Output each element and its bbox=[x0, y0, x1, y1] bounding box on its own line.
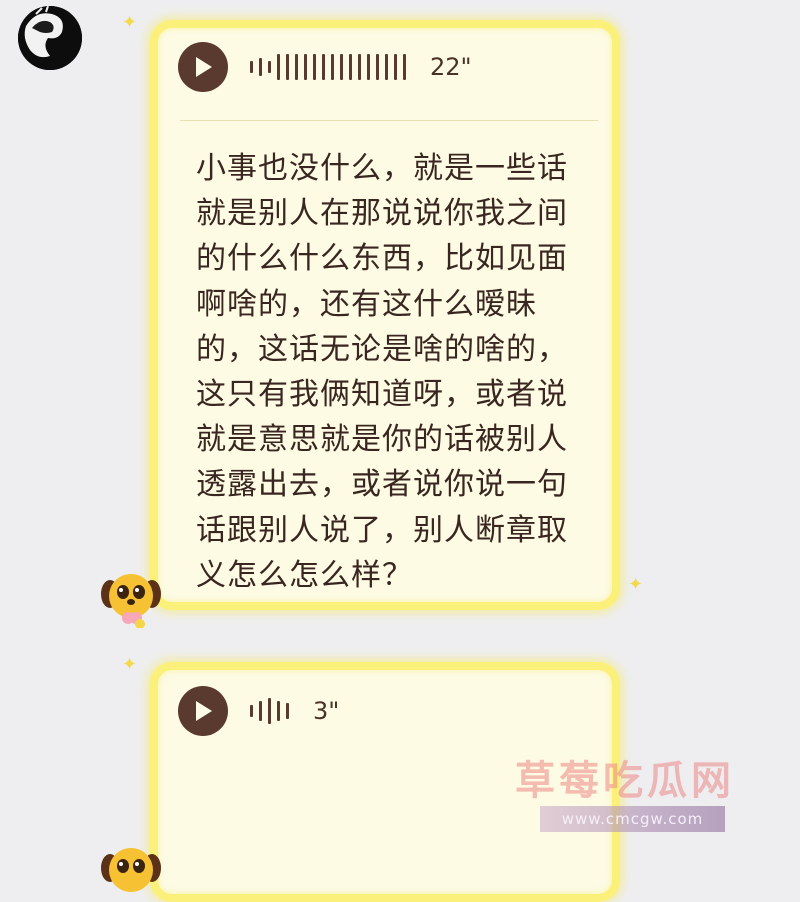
watermark-title: 草莓吃瓜网 bbox=[515, 758, 735, 804]
sparkle-icon: ✦ bbox=[122, 654, 138, 675]
voice-waveform-icon bbox=[250, 696, 295, 726]
sparkle-icon: ✦ bbox=[628, 574, 644, 595]
voice-waveform-icon bbox=[250, 52, 412, 82]
voice-transcript-text: 小事也没什么，就是一些话 就是别人在那说说你我之间 的什么什么东西，比如见面 啊… bbox=[196, 151, 568, 593]
play-icon bbox=[196, 57, 212, 77]
play-icon bbox=[196, 701, 212, 721]
puppy-sticker-avatar[interactable] bbox=[100, 840, 162, 902]
sender-avatar[interactable] bbox=[18, 6, 82, 70]
voice-message-bubble[interactable]: 22" 小事也没什么，就是一些话 就是别人在那说说你我之间 的什么什么东西，比如… bbox=[150, 20, 620, 610]
puppy-sticker-avatar[interactable] bbox=[100, 566, 162, 628]
voice-duration: 3" bbox=[313, 697, 340, 725]
voice-duration: 22" bbox=[430, 53, 472, 81]
sparkle-icon: ✦ bbox=[122, 12, 138, 33]
voice-player[interactable]: 22" bbox=[178, 42, 472, 92]
watermark-url: www.cmcgw.com bbox=[540, 806, 725, 832]
play-button[interactable] bbox=[178, 42, 228, 92]
play-button[interactable] bbox=[178, 686, 228, 736]
voice-player[interactable]: 3" bbox=[178, 686, 339, 736]
divider bbox=[180, 120, 598, 121]
